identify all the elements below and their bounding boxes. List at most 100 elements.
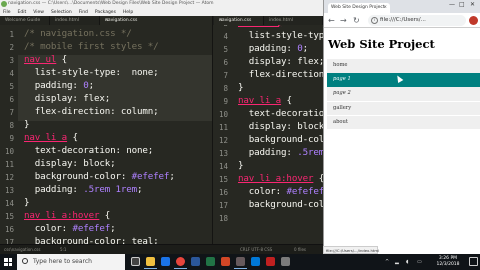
- search-placeholder: Type here to search: [33, 258, 92, 265]
- tab-index-html-right[interactable]: index.html: [264, 16, 323, 25]
- task-view-icon[interactable]: [131, 257, 140, 266]
- browser-toolbar: ← → ↻ i file:///C:/Users/...: [324, 13, 480, 28]
- code-token: #efefef: [131, 171, 170, 182]
- line-number: 1: [9, 30, 14, 39]
- code-token: display: block;: [238, 121, 323, 132]
- atom-icon[interactable]: [234, 257, 247, 269]
- line-number: 4: [223, 32, 228, 41]
- address-bar[interactable]: i file:///C:/Users/...: [368, 15, 466, 26]
- code-token: {: [99, 210, 111, 221]
- menu-help[interactable]: Help: [123, 10, 133, 15]
- code-line: background-colo: [238, 199, 323, 210]
- code-token: {: [67, 132, 78, 143]
- notifications-icon[interactable]: [469, 257, 478, 266]
- code-line: display: block;: [238, 121, 323, 132]
- menu-selection[interactable]: Selection: [51, 10, 72, 15]
- code-token: background-color:: [24, 171, 132, 182]
- tab-label: index.html: [269, 18, 293, 23]
- menu-edit[interactable]: Edit: [18, 10, 27, 15]
- store-icon[interactable]: [251, 257, 260, 266]
- menu-file[interactable]: File: [3, 10, 11, 15]
- forward-arrow-icon[interactable]: →: [340, 16, 347, 25]
- line-number: 14: [218, 162, 228, 171]
- code-line: display: flex;: [238, 56, 323, 67]
- code-token: padding:: [238, 43, 298, 54]
- battery-icon[interactable]: ▭: [417, 254, 422, 270]
- tab-welcome-guide[interactable]: Welcome Guide: [0, 16, 50, 25]
- volume-icon[interactable]: ◖: [406, 254, 409, 270]
- editor-pane-right[interactable]: 3 4 5 6 7 8 9 10 11 12 13 14 15 16 17 18…: [214, 25, 323, 244]
- taskbar-search-input[interactable]: Type here to search: [17, 254, 125, 270]
- code-line: }: [24, 197, 30, 208]
- windows-start-icon[interactable]: [4, 258, 12, 266]
- profile-avatar[interactable]: [469, 16, 478, 25]
- code-line: }: [238, 82, 244, 93]
- line-number: 18: [218, 214, 228, 223]
- powerpoint-icon[interactable]: [221, 257, 230, 266]
- code-token: ;: [137, 184, 143, 195]
- line-number: 11: [4, 160, 14, 169]
- code-line: nav li a {: [238, 95, 292, 106]
- code-token: ;: [302, 43, 309, 54]
- nav-link-home[interactable]: home: [327, 59, 480, 73]
- code-line: color: #efefef;: [238, 186, 323, 197]
- code-token: ;: [169, 171, 175, 182]
- minimize-icon[interactable]: —: [449, 1, 455, 8]
- code-token: display: flex;: [238, 56, 323, 67]
- code-line: padding: .5rem 1rem;: [24, 184, 143, 195]
- close-icon[interactable]: ×: [219, 16, 260, 25]
- windows-taskbar: Type here to search ^ ▂ ◖ ▭ 3:26 PM 12/3…: [0, 254, 480, 270]
- network-icon[interactable]: ▂: [395, 254, 399, 270]
- browser-tab[interactable]: Web Site Design Project ×: [328, 3, 390, 13]
- app-icon[interactable]: [281, 257, 290, 266]
- atom-menu-bar: File Edit View Selection Find Packages H…: [0, 8, 323, 16]
- edge-icon[interactable]: [161, 257, 170, 266]
- line-number: 10: [218, 110, 228, 119]
- tab-navigation-css-left[interactable]: navigation.css ×: [100, 16, 213, 25]
- code-line: /* navigation.css */: [24, 28, 132, 39]
- code-token: ;: [110, 223, 116, 234]
- code-line: display: flex;: [24, 93, 111, 104]
- line-number: 7: [223, 71, 228, 80]
- line-number: 16: [4, 225, 14, 234]
- app-icon[interactable]: [266, 257, 275, 266]
- word-icon[interactable]: [191, 257, 200, 266]
- code-token: padding:: [24, 184, 84, 195]
- editor-pane-left[interactable]: 1 2 3 4 5 6 7 8 9 10 11 12 13 14 15 16 1…: [0, 25, 213, 244]
- code-token: background-colo: [238, 134, 323, 145]
- close-window-icon[interactable]: ✕: [470, 1, 475, 8]
- maximize-icon[interactable]: □: [459, 1, 465, 8]
- line-number: 13: [4, 186, 14, 195]
- nav-link-page-2[interactable]: page 2: [327, 87, 480, 101]
- menu-find[interactable]: Find: [79, 10, 88, 15]
- code-token: flex-direction: column;: [24, 106, 159, 117]
- tray-chevron-icon[interactable]: ^: [385, 254, 389, 270]
- menu-view[interactable]: View: [33, 10, 44, 15]
- line-number: 7: [9, 108, 14, 117]
- code-token: color:: [24, 223, 73, 234]
- chrome-icon[interactable]: [174, 257, 187, 269]
- code-line: text-decoration: none;: [24, 145, 154, 156]
- file-explorer-icon[interactable]: [144, 257, 157, 269]
- taskbar-clock[interactable]: 3:26 PM 12/3/2018: [431, 256, 465, 268]
- nav-link-about[interactable]: about: [327, 115, 480, 130]
- code-token: text-decoration: none;: [24, 145, 154, 156]
- code-line: }: [24, 119, 30, 130]
- menu-packages[interactable]: Packages: [95, 10, 116, 15]
- close-icon[interactable]: ×: [105, 16, 209, 25]
- reload-icon[interactable]: ↻: [353, 16, 360, 25]
- nav-link-gallery[interactable]: gallery: [327, 101, 480, 116]
- code-token: color:: [238, 186, 287, 197]
- code-line: nav li a {: [24, 132, 78, 143]
- code-line: flex-direction: column;: [24, 106, 159, 117]
- browser-link-status: file:///C:/Users/.../index.html: [323, 246, 379, 254]
- tab-navigation-css-right[interactable]: navigation.css ×: [214, 16, 264, 25]
- excel-icon[interactable]: [206, 257, 215, 266]
- site-nav-list: home page 1 page 2 gallery about: [327, 59, 480, 130]
- close-icon[interactable]: ×: [383, 3, 387, 13]
- code-line: color: #efefef;: [24, 223, 116, 234]
- info-icon[interactable]: i: [371, 17, 378, 24]
- code-line: list-style-type: none;: [24, 67, 159, 78]
- back-arrow-icon[interactable]: ←: [328, 16, 335, 25]
- tab-index-html[interactable]: index.html: [50, 16, 100, 25]
